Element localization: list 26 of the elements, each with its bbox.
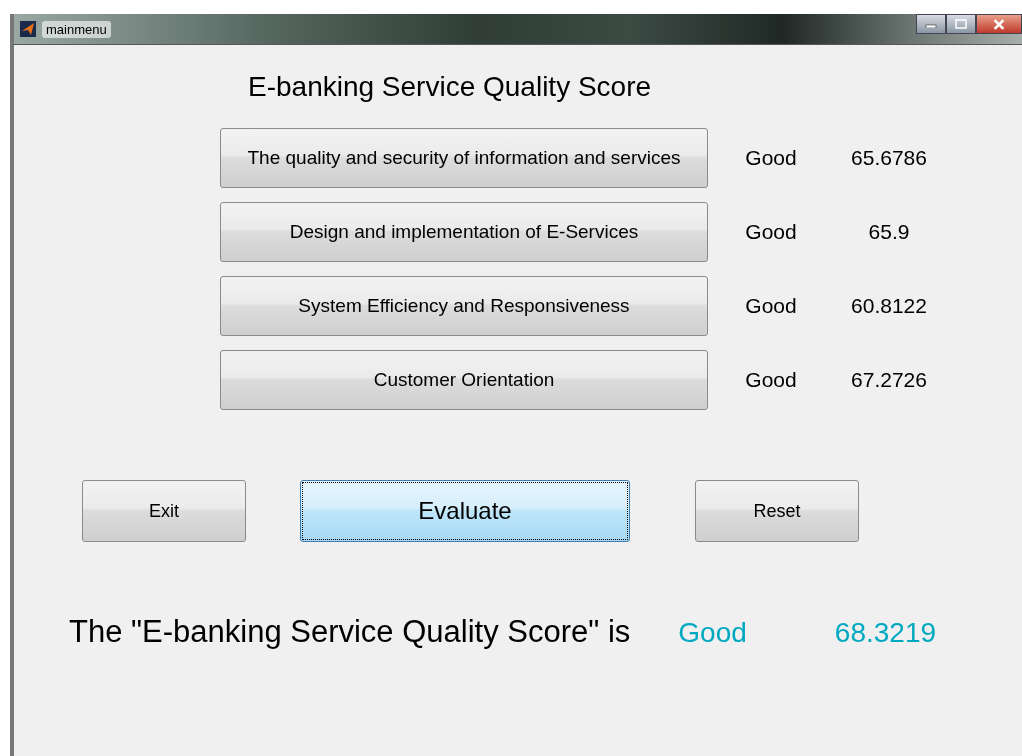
criterion-button[interactable]: The quality and security of information and services — [220, 128, 708, 188]
score-text: 65.9 — [867, 220, 911, 244]
maximize-button[interactable] — [946, 14, 976, 34]
criterion-button[interactable]: Design and implementation of E-Services — [220, 202, 708, 262]
maximize-icon — [955, 19, 967, 29]
window-title: mainmenu — [42, 20, 111, 38]
result-label: The "E-banking Service Quality Score" is — [69, 614, 631, 650]
result-score: 68.3219 — [834, 617, 937, 649]
close-button[interactable] — [976, 14, 1022, 34]
rating-text: Good — [744, 368, 798, 392]
rating-text: Good — [744, 294, 798, 318]
action-button[interactable]: Reset — [695, 480, 859, 542]
heading: E-banking Service Quality Score — [248, 71, 653, 103]
action-button[interactable]: Exit — [82, 480, 246, 542]
score-text: 67.2726 — [850, 368, 928, 392]
result-rating: Good — [678, 617, 747, 649]
action-button[interactable]: Evaluate — [300, 480, 630, 542]
close-icon — [992, 18, 1006, 30]
score-text: 65.6786 — [850, 146, 928, 170]
criterion-button[interactable]: System Efficiency and Responsiveness — [220, 276, 708, 336]
app-icon — [20, 21, 36, 37]
rating-text: Good — [744, 146, 798, 170]
score-text: 60.8122 — [850, 294, 928, 318]
criterion-button[interactable]: Customer Orientation — [220, 350, 708, 410]
minimize-button[interactable] — [916, 14, 946, 34]
rating-text: Good — [744, 220, 798, 244]
